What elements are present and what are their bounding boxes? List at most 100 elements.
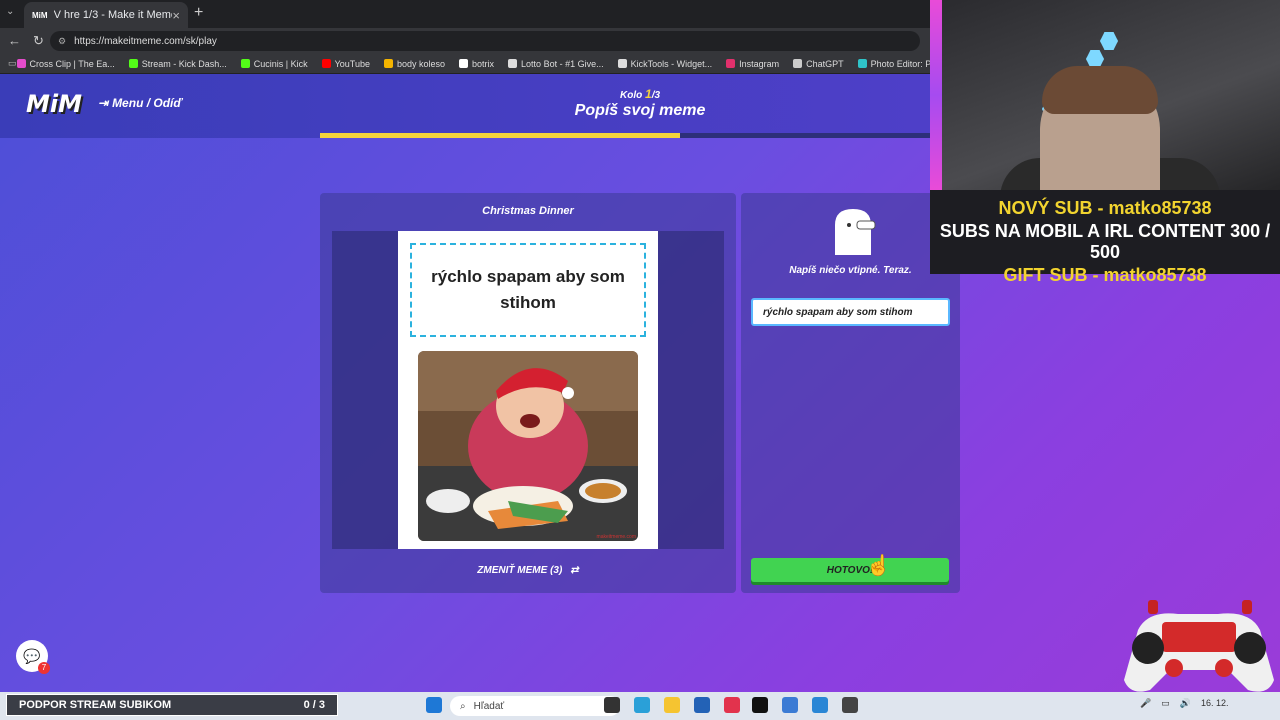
- app-icon[interactable]: [724, 697, 740, 713]
- bookmark-favicon-icon: [321, 59, 331, 68]
- bookmark-label: Cross Clip | The Ea...: [29, 58, 115, 69]
- mic-icon[interactable]: 🎤: [1140, 698, 1151, 709]
- new-sub-text: NOVÝ SUB - matko85738: [998, 198, 1212, 218]
- bookmark-item[interactable]: Cross Clip | The Ea...: [16, 58, 115, 69]
- timer-progress-bar: [320, 133, 930, 138]
- menu-leave-button[interactable]: ⇥ Menu / Odíď: [98, 96, 182, 110]
- apps-icon[interactable]: ▭: [8, 58, 17, 69]
- watermark: makeitmeme.com: [596, 534, 636, 540]
- browser-tab-strip: ⌄ MiM V hre 1/3 - Make it Meme × +: [0, 0, 930, 28]
- notepad-icon[interactable]: [782, 697, 798, 713]
- bookmark-favicon-icon: [508, 59, 518, 68]
- bookmark-label: Cucinis | Kick: [253, 58, 308, 69]
- bookmark-favicon-icon: [459, 59, 469, 68]
- meme-card: rýchlo spapam aby som stihom makeitmeme.…: [398, 231, 658, 549]
- page-title: Popíš svoj meme: [574, 102, 706, 119]
- game-logo[interactable]: MiM: [26, 90, 82, 118]
- hand-cursor-icon: ☝: [866, 555, 891, 577]
- url-text: https://makeitmeme.com/sk/play: [74, 35, 217, 47]
- bookmark-item[interactable]: ChatGPT: [793, 59, 844, 69]
- tab-title: V hre 1/3 - Make it Meme: [53, 9, 173, 21]
- bookmark-favicon-icon: [240, 59, 250, 68]
- task-view-icon[interactable]: [604, 697, 620, 713]
- bookmark-item[interactable]: body koleso: [383, 59, 445, 69]
- bookmark-favicon-icon: [128, 59, 138, 68]
- chat-bubble-icon[interactable]: 💬 7: [16, 640, 50, 674]
- bookmark-item[interactable]: botrix: [459, 59, 494, 69]
- back-icon[interactable]: ←: [8, 33, 21, 49]
- bookmark-label: Stream - Kick Dash...: [141, 58, 227, 69]
- bookmark-favicon-icon: [16, 59, 26, 68]
- site-info-icon[interactable]: ⚙: [58, 36, 66, 47]
- chat-badge: 7: [38, 662, 50, 674]
- change-meme-label: ZMENIŤ MEME (3): [477, 565, 563, 576]
- meme-caption-box[interactable]: rýchlo spapam aby som stihom: [410, 243, 646, 337]
- exit-icon: ⇥: [98, 96, 109, 110]
- bookmark-item[interactable]: Lotto Bot - #1 Give...: [508, 59, 604, 69]
- caption-input[interactable]: rýchlo spapam aby som stihom: [751, 298, 950, 326]
- caption-panel: Napíš niečo vtipné. Teraz. rýchlo spapam…: [741, 193, 960, 593]
- tab-search-icon[interactable]: ⌄: [6, 6, 14, 17]
- bookmark-favicon-icon: [617, 59, 627, 68]
- bookmark-favicon-icon: [383, 59, 393, 68]
- bookmark-item[interactable]: Cucinis | Kick: [240, 58, 308, 69]
- reload-icon[interactable]: ↻: [33, 33, 44, 49]
- gamepad-icon: [1124, 600, 1274, 692]
- support-label: PODPOR STREAM SUBIKOM: [19, 699, 172, 711]
- bookmarks-bar: ▭ Cross Clip | The Ea... Stream - Kick Da…: [0, 54, 950, 74]
- store-icon[interactable]: [694, 697, 710, 713]
- meme-panel: Christmas Dinner rýchlo spapam aby som s…: [320, 193, 736, 593]
- address-bar-row: ← ↻ ⚙ https://makeitmeme.com/sk/play: [0, 28, 930, 54]
- bookmark-item[interactable]: KickTools - Widget...: [617, 58, 713, 69]
- bookmark-item[interactable]: YouTube: [321, 58, 370, 69]
- start-icon[interactable]: [426, 697, 442, 713]
- bookmark-label: botrix: [472, 58, 495, 69]
- overlay-border: [930, 0, 942, 190]
- gift-sub-text: GIFT SUB - matko85738: [1003, 265, 1207, 285]
- photos-icon[interactable]: [812, 697, 828, 713]
- bookmark-label: Lotto Bot - #1 Give...: [521, 58, 604, 69]
- tiktok-icon[interactable]: [752, 697, 768, 713]
- bookmark-label: ChatGPT: [806, 58, 844, 69]
- obs-icon[interactable]: [842, 697, 858, 713]
- sub-goal-text: SUBS NA MOBIL A IRL CONTENT 300 / 500: [939, 221, 1271, 262]
- round-current: 1: [645, 87, 652, 101]
- swap-icon: ⇄: [570, 565, 579, 576]
- support-count: 0 / 3: [303, 699, 325, 711]
- sub-alert-banner: NOVÝ SUB - matko85738 SUBS NA MOBIL A IR…: [930, 190, 1280, 285]
- bookmark-favicon-icon: [857, 59, 867, 68]
- meme-title: Christmas Dinner: [482, 205, 574, 217]
- done-button[interactable]: HOTOVO!: [751, 558, 949, 582]
- change-meme-button[interactable]: ZMENIŤ MEME (3) ⇄: [320, 565, 736, 576]
- bookmark-favicon-icon: [793, 59, 803, 68]
- webcam-overlay: [930, 0, 1280, 190]
- prompt-text: Napíš niečo vtipné. Teraz.: [789, 265, 912, 276]
- browser-tab[interactable]: MiM V hre 1/3 - Make it Meme ×: [24, 2, 188, 28]
- search-icon: ⌕: [460, 700, 466, 712]
- network-icon[interactable]: ▭: [1161, 698, 1170, 709]
- tab-close-icon[interactable]: ×: [172, 8, 180, 23]
- mascot-icon: [835, 209, 876, 255]
- bookmark-label: Instagram: [739, 58, 780, 69]
- bookmark-label: YouTube: [334, 58, 370, 69]
- clock-date[interactable]: 16. 12.: [1201, 698, 1229, 709]
- round-indicator: Kolo 1/3: [620, 87, 660, 101]
- bookmark-item[interactable]: Instagram: [726, 59, 779, 69]
- support-stream-widget: PODPOR STREAM SUBIKOM 0 / 3: [6, 694, 338, 716]
- explorer-icon[interactable]: [664, 697, 680, 713]
- bookmark-favicon-icon: [726, 59, 736, 68]
- round-prefix: Kolo: [620, 90, 643, 101]
- bookmark-label: KickTools - Widget...: [630, 58, 713, 69]
- system-tray: 🎤 ▭ 🔊 16. 12.: [1140, 698, 1228, 709]
- bookmark-item[interactable]: Stream - Kick Dash...: [128, 58, 227, 69]
- volume-icon[interactable]: 🔊: [1180, 698, 1191, 709]
- new-tab-icon[interactable]: +: [194, 4, 203, 22]
- meme-image: makeitmeme.com: [418, 351, 638, 541]
- edge-icon[interactable]: [634, 697, 650, 713]
- url-field[interactable]: ⚙ https://makeitmeme.com/sk/play: [50, 31, 920, 51]
- progress-fill: [320, 133, 680, 138]
- search-placeholder: Hľadať: [473, 700, 505, 712]
- taskbar-search[interactable]: ⌕ Hľadať: [450, 696, 620, 716]
- menu-label: Menu / Odíď: [112, 96, 183, 110]
- round-total: /3: [651, 90, 661, 101]
